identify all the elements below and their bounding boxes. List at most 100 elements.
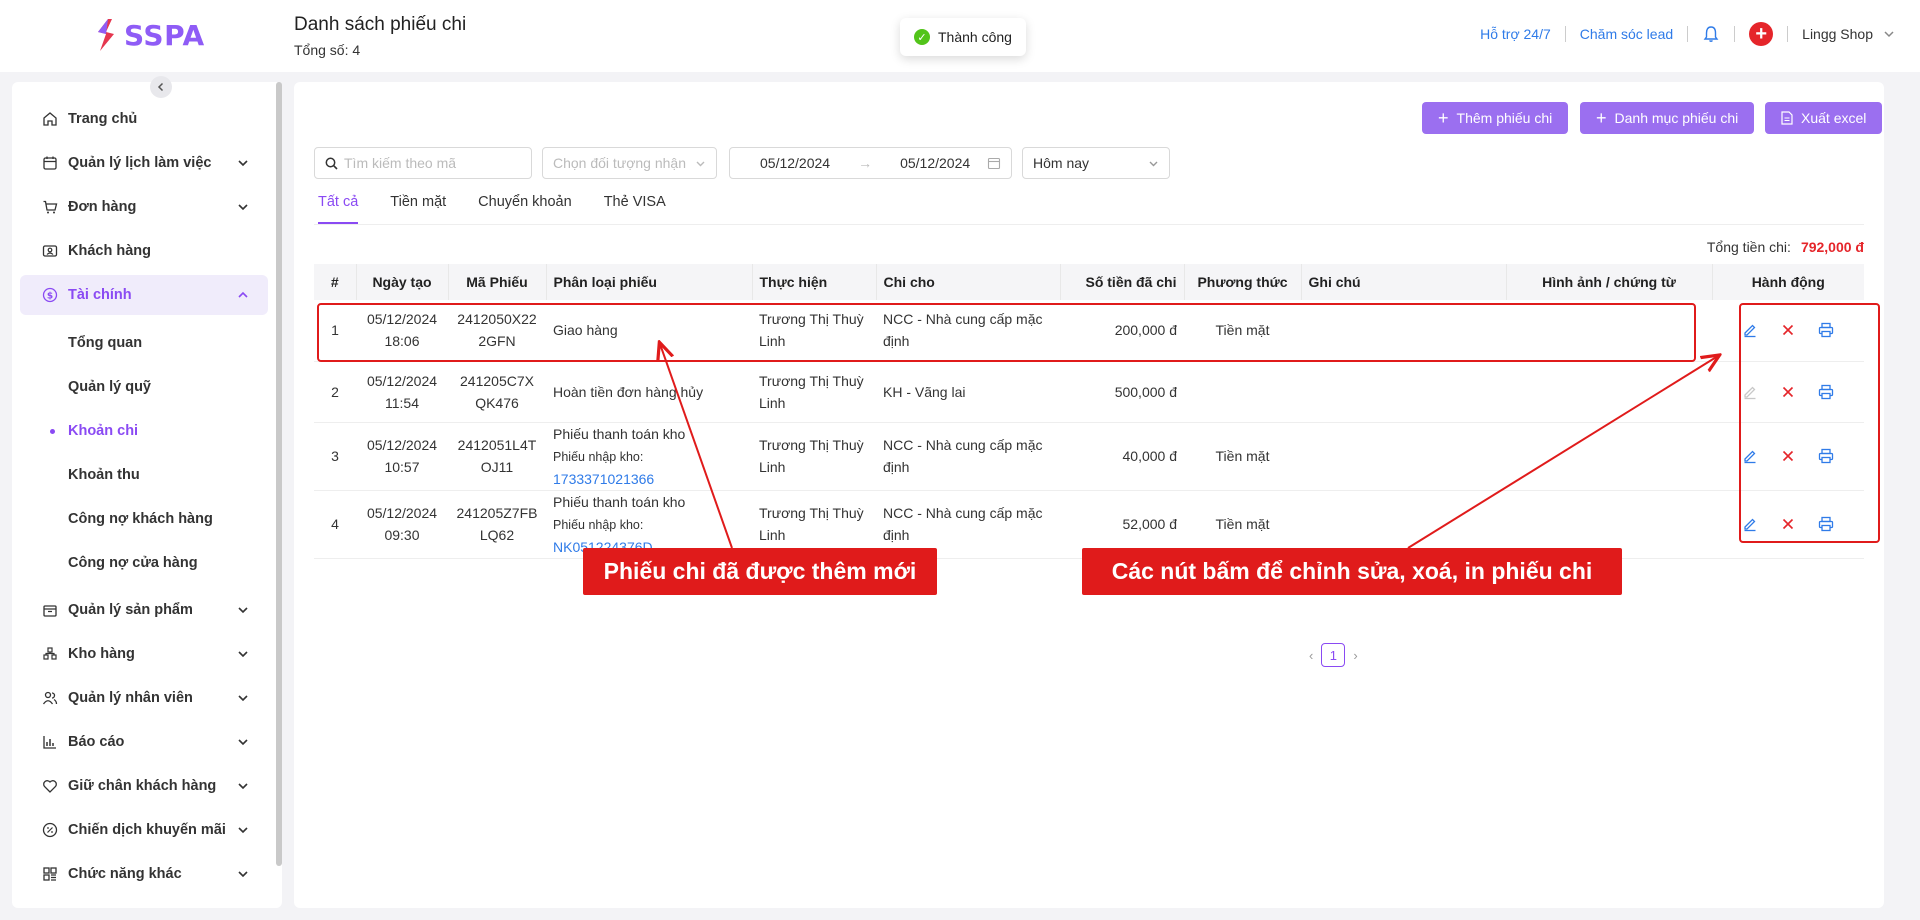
recipient-line: NCC - Nhà cung cấp mặc xyxy=(883,437,1043,453)
print-icon[interactable] xyxy=(1818,384,1834,400)
date-text: 05/12/2024 xyxy=(366,372,438,389)
logo[interactable]: SSPA xyxy=(94,18,205,52)
svg-text:$: $ xyxy=(47,292,53,302)
sidebar-item-label: Tài chính xyxy=(68,287,132,303)
row-code: 2412051L4T OJ11 xyxy=(448,422,546,491)
sidebar-sub-customer-debt[interactable]: Công nợ khách hàng xyxy=(68,504,213,534)
sidebar-sub-label: Khoản chi xyxy=(68,423,139,439)
next-page-icon[interactable]: › xyxy=(1353,648,1357,663)
date-from[interactable]: 05/12/2024 xyxy=(760,155,830,171)
performer-line: Linh xyxy=(759,333,786,350)
delete-icon[interactable] xyxy=(1780,516,1796,532)
sidebar-sub-fund[interactable]: Quản lý quỹ xyxy=(68,372,151,402)
sidebar-item-home[interactable]: Trang chủ xyxy=(20,99,268,139)
sidebar-sub-overview[interactable]: Tổng quan xyxy=(68,328,142,358)
chart-icon xyxy=(43,736,56,749)
sidebar-item-other[interactable]: Chức năng khác xyxy=(20,854,268,894)
lead-care-link[interactable]: Chăm sóc lead xyxy=(1580,26,1673,42)
sidebar-item-schedule[interactable]: Quản lý lịch làm việc xyxy=(20,143,268,183)
main-content: + Thêm phiếu chi + Danh mục phiếu chi Xu… xyxy=(294,82,1884,908)
code-line: 2GFN xyxy=(478,333,516,350)
sidebar-item-label: Quản lý lịch làm việc xyxy=(68,155,212,171)
recipient-select[interactable]: Chọn đối tượng nhận xyxy=(542,147,717,179)
chevron-down-icon xyxy=(238,739,248,746)
type-text: Hoàn tiền đơn hàng hủy xyxy=(553,383,704,400)
dollar-circle-icon: $ xyxy=(42,287,58,303)
tab-all[interactable]: Tất cả xyxy=(318,194,359,224)
row-amount: 40,000 đ xyxy=(1060,422,1184,491)
collapse-sidebar-button[interactable] xyxy=(150,76,172,98)
sidebar-item-customers[interactable]: Khách hàng xyxy=(20,231,268,271)
row-code: 2412050X22 2GFN xyxy=(448,300,546,362)
performer-line: Trương Thị Thuỳ xyxy=(759,505,864,521)
delete-icon[interactable] xyxy=(1780,384,1796,400)
tab-transfer[interactable]: Chuyển khoản xyxy=(478,194,572,224)
tab-cash[interactable]: Tiền mặt xyxy=(390,194,446,224)
row-index: 4 xyxy=(314,490,356,559)
add-expense-button[interactable]: + Thêm phiếu chi xyxy=(1422,102,1569,134)
prev-page-icon[interactable]: ‹ xyxy=(1309,648,1313,663)
row-code: 241205Z7FB LQ62 xyxy=(448,490,546,559)
sidebar-sub-expenses[interactable]: Khoản chi xyxy=(50,416,139,446)
row-attachments xyxy=(1506,361,1712,423)
sidebar-item-staff[interactable]: Quản lý nhân viên xyxy=(20,678,268,718)
code-line: LQ62 xyxy=(479,527,515,543)
export-excel-button[interactable]: Xuất excel xyxy=(1765,102,1883,134)
shop-switcher[interactable]: Lingg Shop xyxy=(1802,26,1895,42)
file-icon xyxy=(1781,111,1793,125)
quick-add-icon[interactable]: + xyxy=(1749,22,1774,46)
receipt-link[interactable]: 1733371021366 xyxy=(553,471,654,487)
table-row[interactable]: 3 05/12/2024 10:57 2412051L4T OJ11 Phiếu t… xyxy=(314,422,1864,491)
sidebar-item-label: Đơn hàng xyxy=(68,199,137,215)
annotation-action-buttons: Các nút bấm để chỉnh sửa, xoá, in phiếu … xyxy=(1082,548,1622,595)
time-text: 10:57 xyxy=(384,459,420,475)
recipient-line: KH - Vãng lai xyxy=(883,383,966,400)
print-icon[interactable] xyxy=(1818,448,1834,464)
sidebar-item-promotions[interactable]: Chiến dịch khuyến mãi xyxy=(20,810,268,850)
table-row[interactable]: 2 05/12/2024 11:54 241205C7X QK476 Hoàn ti… xyxy=(314,361,1864,423)
pagination: ‹ 1 › xyxy=(1309,643,1358,667)
edit-icon[interactable] xyxy=(1742,516,1758,532)
sidebar-scrollbar[interactable] xyxy=(276,82,282,866)
sidebar-sub-store-debt[interactable]: Công nợ cửa hàng xyxy=(68,548,198,578)
col-type: Phân loại phiếu xyxy=(546,264,753,300)
recipient-line: định xyxy=(883,333,910,350)
date-range-picker[interactable]: 05/12/2024 → 05/12/2024 xyxy=(729,147,1012,179)
tab-visa[interactable]: Thẻ VISA xyxy=(604,194,666,224)
sidebar-sub-label: Công nợ khách hàng xyxy=(68,511,213,527)
col-amount: Số tiền đã chi xyxy=(1060,264,1185,300)
sidebar-item-products[interactable]: Quản lý sản phẩm xyxy=(20,590,268,630)
expense-category-button[interactable]: + Danh mục phiếu chi xyxy=(1580,102,1755,134)
page-number[interactable]: 1 xyxy=(1321,643,1346,667)
delete-icon[interactable] xyxy=(1780,448,1796,464)
toast-text: Thành công xyxy=(938,29,1012,45)
row-actions xyxy=(1712,422,1864,491)
edit-icon[interactable] xyxy=(1742,448,1758,464)
sidebar-sub-label: Khoản thu xyxy=(68,467,140,483)
date-to[interactable]: 05/12/2024 xyxy=(900,155,970,171)
sidebar-item-finance[interactable]: $ Tài chính xyxy=(20,275,268,315)
sidebar-item-retention[interactable]: Giữ chân khách hàng xyxy=(20,766,268,806)
col-note: Ghi chú xyxy=(1301,264,1507,300)
chevron-down-icon xyxy=(1884,31,1894,38)
range-select[interactable]: Hôm nay xyxy=(1022,147,1170,179)
performer-line: Linh xyxy=(759,459,786,475)
row-recipient: NCC - Nhà cung cấp mặc định xyxy=(876,422,1060,491)
chevron-down-icon xyxy=(696,161,705,166)
sidebar-sub-income[interactable]: Khoản thu xyxy=(68,460,140,490)
delete-icon[interactable] xyxy=(1780,322,1796,338)
edit-icon[interactable] xyxy=(1742,322,1758,338)
sidebar-item-orders[interactable]: Đơn hàng xyxy=(20,187,268,227)
sidebar-item-label: Báo cáo xyxy=(68,734,125,750)
search-input[interactable]: Tìm kiếm theo mã xyxy=(314,147,532,179)
bell-icon[interactable] xyxy=(1702,25,1720,43)
sidebar-item-reports[interactable]: Báo cáo xyxy=(20,722,268,762)
support-link[interactable]: Hỗ trợ 24/7 xyxy=(1480,26,1551,42)
table-row[interactable]: 1 05/12/2024 18:06 2412050X22 2GFN Giao hà… xyxy=(314,300,1864,362)
performer-line: Trương Thị Thuỳ xyxy=(759,372,864,389)
sidebar-item-warehouse[interactable]: Kho hàng xyxy=(20,634,268,674)
print-icon[interactable] xyxy=(1818,516,1834,532)
divider xyxy=(1687,26,1689,42)
page-subtitle: Tổng số: 4 xyxy=(294,42,361,58)
print-icon[interactable] xyxy=(1818,322,1834,338)
